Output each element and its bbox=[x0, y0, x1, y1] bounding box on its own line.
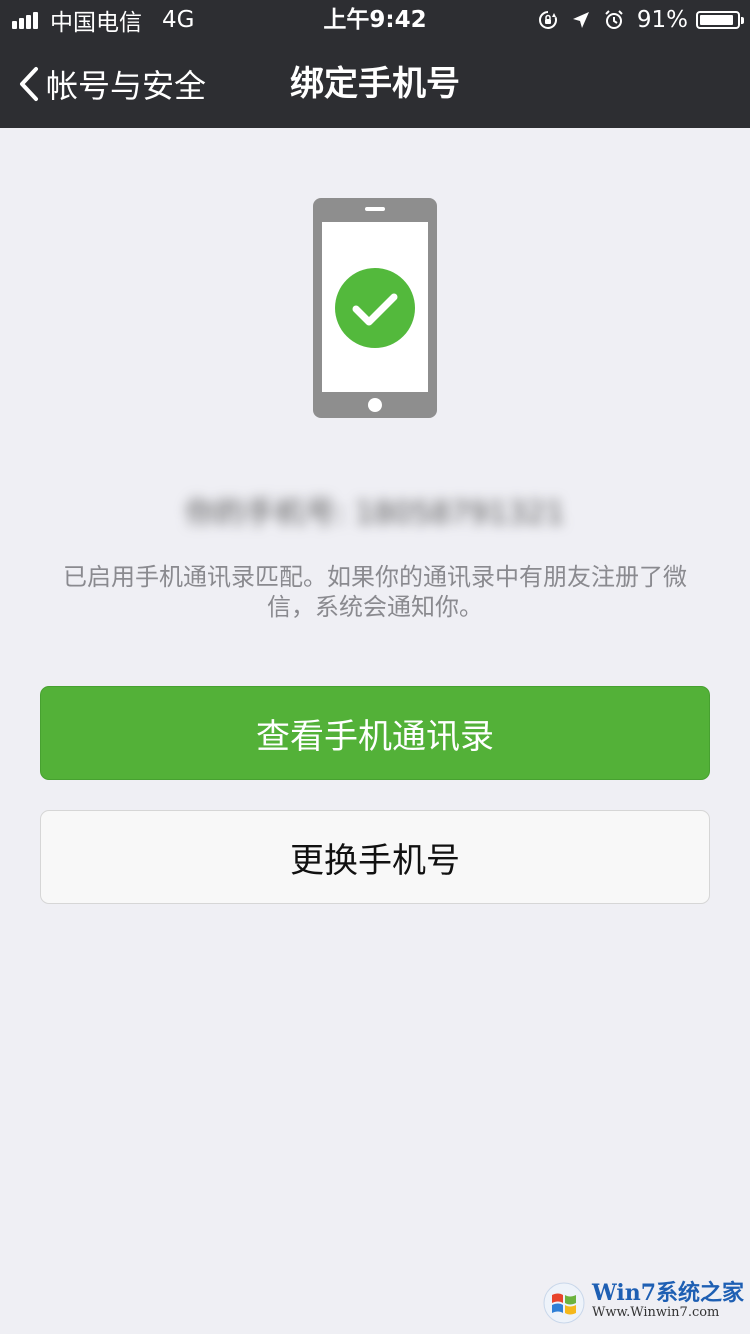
battery-icon bbox=[696, 11, 744, 29]
watermark-url: Www.Winwin7.com bbox=[592, 1305, 720, 1320]
orientation-lock-icon bbox=[537, 9, 559, 31]
change-number-button[interactable]: 更换手机号 bbox=[40, 810, 710, 904]
navigation-bar: 帐号与安全 绑定手机号 bbox=[0, 40, 750, 128]
battery-percent: 91% bbox=[636, 7, 688, 33]
phone-check-icon bbox=[313, 198, 437, 418]
alarm-icon bbox=[603, 9, 625, 31]
watermark: Win7系统之家 Www.Winwin7.com bbox=[542, 1278, 744, 1328]
location-icon bbox=[571, 10, 591, 30]
phone-number-label: 你的手机号: 18058791321 bbox=[185, 496, 565, 531]
status-right: 91% bbox=[525, 0, 744, 40]
view-contacts-button[interactable]: 查看手机通讯录 bbox=[40, 686, 710, 780]
status-bar: 中国电信 4G 上午9:42 91% bbox=[0, 0, 750, 40]
windows-logo-icon bbox=[543, 1282, 585, 1324]
contacts-hint-text: 已启用手机通讯录匹配。如果你的通讯录中有朋友注册了微信，系统会通知你。 bbox=[63, 563, 687, 621]
page-title: 绑定手机号 bbox=[290, 64, 460, 104]
watermark-text: Win7系统之家 Www.Winwin7.com bbox=[592, 1280, 744, 1323]
watermark-brand: Win7系统之家 bbox=[592, 1280, 744, 1306]
